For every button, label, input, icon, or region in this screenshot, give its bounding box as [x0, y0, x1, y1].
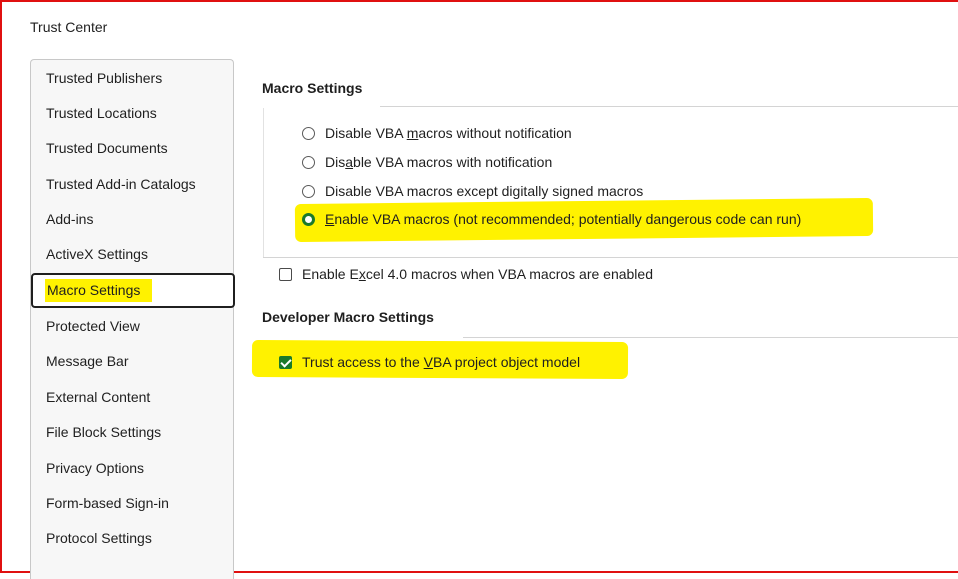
group-divider-bottom — [263, 257, 958, 258]
sidebar-item-add-ins[interactable]: Add-ins — [33, 202, 233, 237]
sidebar-item-protocol-settings[interactable]: Protocol Settings — [33, 521, 233, 556]
sidebar: Trusted Publishers Trusted Locations Tru… — [30, 59, 235, 579]
checkbox[interactable] — [279, 267, 292, 281]
option-label: Trust access to the VBA project object m… — [302, 354, 581, 370]
trust-center-window: Trust Center Trusted Publishers Trusted … — [0, 0, 958, 579]
sidebar-item-label: Macro Settings — [45, 279, 153, 302]
radio-button[interactable] — [302, 126, 315, 140]
sidebar-item-message-bar[interactable]: Message Bar — [33, 344, 233, 379]
section-divider — [380, 106, 958, 107]
group-divider — [263, 108, 264, 258]
checkbox-excel4-macros[interactable]: Enable Excel 4.0 macros when VBA macros … — [279, 266, 653, 282]
radio-option-disable-no-notification[interactable]: Disable VBA macros without notification — [302, 125, 572, 141]
radio-option-enable-all[interactable]: Enable VBA macros (not recommended; pote… — [302, 211, 801, 227]
radio-button[interactable] — [302, 155, 315, 169]
developer-settings-title: Developer Macro Settings — [262, 309, 434, 325]
sidebar-item-form-based-sign-in[interactable]: Form-based Sign-in — [33, 486, 233, 521]
sidebar-item-trusted-add-in-catalogs[interactable]: Trusted Add-in Catalogs — [33, 167, 233, 202]
checkbox-checked[interactable] — [279, 355, 292, 369]
option-label: Enable VBA macros (not recommended; pote… — [325, 211, 802, 227]
sidebar-item-external-content[interactable]: External Content — [33, 380, 233, 415]
radio-button[interactable] — [302, 184, 315, 198]
sidebar-item-trusted-documents[interactable]: Trusted Documents — [33, 131, 233, 166]
radio-option-disable-with-notification[interactable]: Disable VBA macros with notification — [302, 154, 552, 170]
option-label: Disable VBA macros without notification — [325, 125, 572, 141]
sidebar-item-trusted-locations[interactable]: Trusted Locations — [33, 96, 233, 131]
option-label: Disable VBA macros with notification — [325, 154, 553, 170]
sidebar-item-macro-settings[interactable]: Macro Settings — [31, 273, 235, 308]
option-label: Disable VBA macros except digitally sign… — [325, 183, 644, 199]
radio-option-disable-except-signed[interactable]: Disable VBA macros except digitally sign… — [302, 183, 643, 199]
section-divider — [463, 337, 958, 338]
sidebar-item-protected-view[interactable]: Protected View — [33, 309, 233, 344]
option-label: Enable Excel 4.0 macros when VBA macros … — [302, 266, 653, 282]
checkbox-trust-vba-object-model[interactable]: Trust access to the VBA project object m… — [279, 354, 580, 370]
radio-button-selected[interactable] — [302, 212, 315, 226]
macro-settings-title: Macro Settings — [262, 80, 363, 96]
sidebar-item-trusted-publishers[interactable]: Trusted Publishers — [33, 61, 233, 96]
sidebar-item-file-block-settings[interactable]: File Block Settings — [33, 415, 233, 450]
sidebar-item-privacy-options[interactable]: Privacy Options — [33, 451, 233, 486]
window-title: Trust Center — [30, 19, 108, 35]
sidebar-item-activex-settings[interactable]: ActiveX Settings — [33, 237, 233, 272]
